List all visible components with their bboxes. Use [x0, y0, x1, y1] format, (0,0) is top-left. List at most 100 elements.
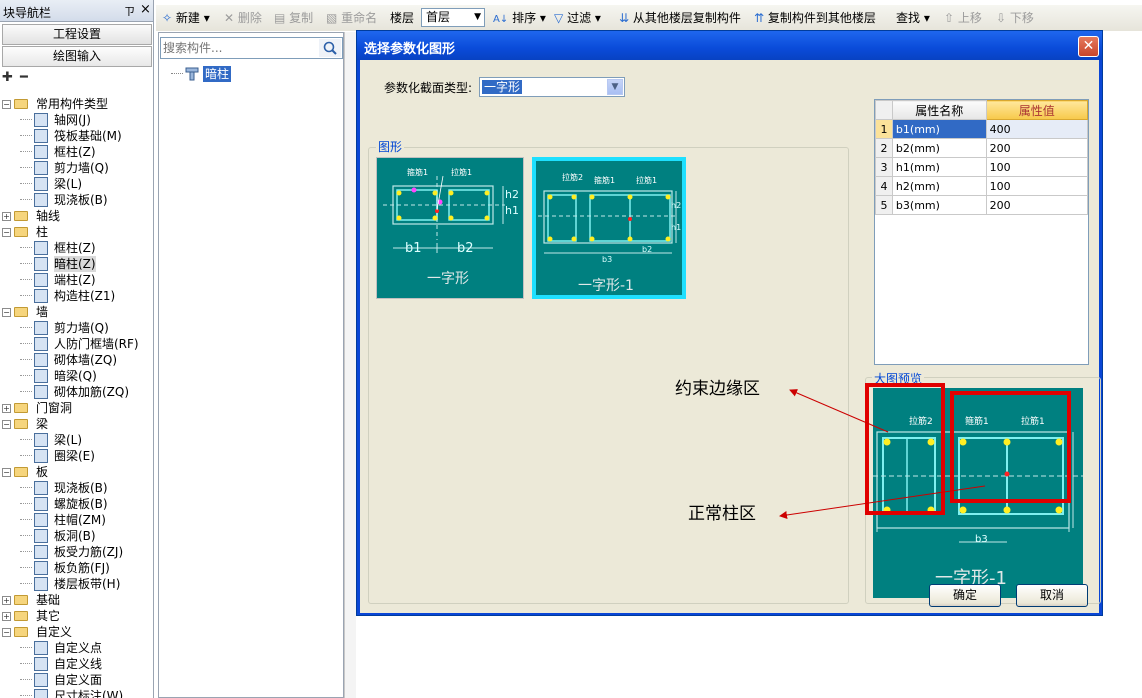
property-value[interactable]: 100: [985, 176, 1089, 196]
expand-icon[interactable]: +: [2, 404, 11, 413]
tree-item[interactable]: 自定义线: [0, 656, 153, 672]
tree-item-label: 暗梁(Q): [54, 369, 97, 383]
property-value[interactable]: 100: [985, 157, 1089, 177]
tree-folder[interactable]: − 梁: [0, 416, 153, 432]
copy-from-floor-button[interactable]: ⇊ 从其他楼层复制构件: [619, 9, 741, 27]
folder-icon: [14, 99, 28, 109]
expand-icon[interactable]: +: [2, 596, 11, 605]
ok-button[interactable]: 确定: [929, 584, 1001, 607]
tree-folder[interactable]: + 基础: [0, 592, 153, 608]
table-row[interactable]: 5 b3(mm) 200: [875, 195, 1089, 215]
table-row[interactable]: 3 h1(mm) 100: [875, 157, 1089, 177]
find-button[interactable]: 查找 ▾: [896, 9, 930, 27]
tree-item[interactable]: 构造柱(Z1): [0, 288, 153, 304]
collapse-icon[interactable]: −: [2, 308, 11, 317]
tree-folder[interactable]: + 轴线: [0, 208, 153, 224]
collapse-icon[interactable]: −: [2, 628, 11, 637]
tree-folder[interactable]: + 其它: [0, 608, 153, 624]
search-button[interactable]: [319, 39, 341, 57]
tree-folder[interactable]: + 门窗洞: [0, 400, 153, 416]
tree-item[interactable]: 柱帽(ZM): [0, 512, 153, 528]
expand-icon[interactable]: +: [2, 612, 11, 621]
tree-item[interactable]: 尺寸标注(W): [0, 688, 153, 698]
tree-item[interactable]: 筏板基础(M): [0, 128, 153, 144]
floor-select[interactable]: 首层 ▼: [421, 8, 485, 27]
rename-button[interactable]: ▧ 重命名: [326, 9, 377, 27]
property-value[interactable]: 200: [985, 195, 1089, 215]
tree-item[interactable]: 板洞(B): [0, 528, 153, 544]
tree-item[interactable]: 板负筋(FJ): [0, 560, 153, 576]
tree-folder[interactable]: − 墙: [0, 304, 153, 320]
pin-icon[interactable]: ㄗ: [124, 3, 135, 19]
preview-tie2-note: 拉筋2: [909, 417, 933, 427]
move-down-button[interactable]: ⇩ 下移: [996, 9, 1034, 27]
copy-button[interactable]: ▤ 复制: [274, 9, 313, 27]
tree-item[interactable]: 框柱(Z): [0, 144, 153, 160]
component-icon: [34, 385, 48, 399]
shape-thumbnail-2[interactable]: 拉筋2 箍筋1 拉筋1 h2 h1 b3 b2 一字形-1: [532, 157, 686, 299]
tree-folder[interactable]: − 板: [0, 464, 153, 480]
sort-button[interactable]: A↓ 排序 ▾: [493, 9, 546, 27]
table-row[interactable]: 4 h2(mm) 100: [875, 176, 1089, 196]
tree-item[interactable]: 板受力筋(ZJ): [0, 544, 153, 560]
collapse-icon[interactable]: −: [2, 100, 11, 109]
tree-item[interactable]: 暗柱(Z): [0, 256, 153, 272]
tree-item[interactable]: 砌体墙(ZQ): [0, 352, 153, 368]
component-icon: [34, 257, 48, 271]
tree-item[interactable]: 剪力墙(Q): [0, 320, 153, 336]
tree-folder[interactable]: − 自定义: [0, 624, 153, 640]
dialog-close-button[interactable]: ✕: [1078, 36, 1099, 57]
tree-item[interactable]: 螺旋板(B): [0, 496, 153, 512]
component-icon: [34, 177, 48, 191]
list-item[interactable]: 暗柱: [171, 66, 341, 82]
tree-item-label: 板受力筋(ZJ): [54, 545, 124, 559]
project-settings-button[interactable]: 工程设置: [2, 24, 152, 45]
component-icon: [34, 321, 48, 335]
tree-item[interactable]: 框柱(Z): [0, 240, 153, 256]
tree-item[interactable]: 现浇板(B): [0, 480, 153, 496]
close-icon[interactable]: ×: [140, 2, 151, 17]
component-icon: [34, 193, 48, 207]
table-row[interactable]: 1 b1(mm) 400: [875, 119, 1089, 139]
tree-item[interactable]: 自定义面: [0, 672, 153, 688]
move-up-button[interactable]: ⇧ 上移: [944, 9, 982, 27]
component-icon: [34, 657, 48, 671]
property-value[interactable]: 400: [985, 119, 1089, 139]
tree-item[interactable]: 轴网(J): [0, 112, 153, 128]
tree-item[interactable]: 自定义点: [0, 640, 153, 656]
tree-item-label: 筏板基础(M): [54, 129, 122, 143]
folder-icon: [14, 419, 28, 429]
preview-tie1-note: 拉筋1: [1021, 417, 1045, 427]
tree-item[interactable]: 暗梁(Q): [0, 368, 153, 384]
filter-button[interactable]: ▽ 过滤 ▾: [554, 9, 601, 27]
tree-item[interactable]: 梁(L): [0, 176, 153, 192]
property-value[interactable]: 200: [985, 138, 1089, 158]
collapse-icon[interactable]: −: [2, 228, 11, 237]
tree-item[interactable]: 人防门框墙(RF): [0, 336, 153, 352]
tree-folder[interactable]: − 常用构件类型: [0, 96, 153, 112]
expand-icon[interactable]: +: [2, 212, 11, 221]
shape-thumbnail-1[interactable]: 箍筋1 拉筋1 b1 b2 h1 h2 一字形: [373, 154, 527, 302]
tree-item[interactable]: 圈梁(E): [0, 448, 153, 464]
new-button[interactable]: ✧ 新建 ▾: [162, 9, 210, 27]
select-parametric-shape-dialog: 选择参数化图形 ✕ 参数化截面类型: 一字形 ▼ 图形 箍筋1 拉筋1 b1 b…: [356, 30, 1103, 616]
tree-item[interactable]: 砌体加筋(ZQ): [0, 384, 153, 400]
copy-to-floor-button[interactable]: ⇈ 复制构件到其他楼层: [754, 9, 876, 27]
collapse-icon[interactable]: −: [2, 420, 11, 429]
tree-item[interactable]: 剪力墙(Q): [0, 160, 153, 176]
tree-item[interactable]: 楼层板带(H): [0, 576, 153, 592]
search-input[interactable]: [163, 40, 317, 56]
table-row[interactable]: 2 b2(mm) 200: [875, 138, 1089, 158]
cancel-button[interactable]: 取消: [1016, 584, 1088, 607]
tree-item[interactable]: 端柱(Z): [0, 272, 153, 288]
delete-button[interactable]: ✕ 删除: [224, 9, 262, 27]
tree-folder[interactable]: − 柱: [0, 224, 153, 240]
tree-item[interactable]: 梁(L): [0, 432, 153, 448]
drawing-input-button[interactable]: 绘图输入: [2, 46, 152, 67]
section-type-select[interactable]: 一字形 ▼: [479, 77, 625, 97]
splitter[interactable]: [344, 32, 356, 698]
move-down-label: 下移: [1009, 11, 1034, 25]
tree-item[interactable]: 现浇板(B): [0, 192, 153, 208]
tree-line: [20, 583, 32, 584]
collapse-icon[interactable]: −: [2, 468, 11, 477]
